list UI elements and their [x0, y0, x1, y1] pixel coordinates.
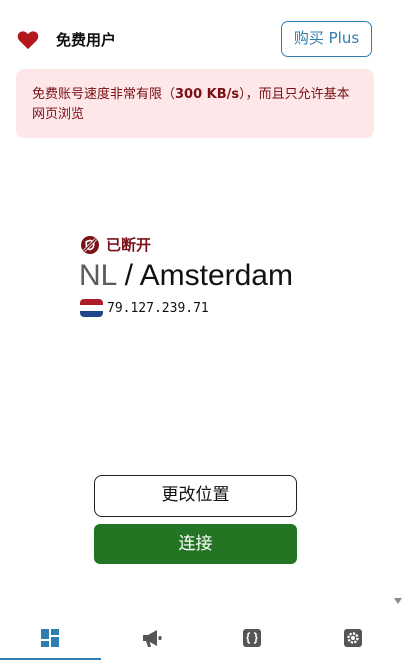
status-label: 已断开 — [106, 236, 152, 254]
location-separator: / — [116, 259, 140, 292]
tab-settings[interactable] — [303, 615, 404, 660]
city-name: Amsterdam — [139, 259, 293, 292]
code-braces-icon — [243, 629, 261, 647]
connect-button[interactable]: 连接 — [94, 524, 297, 564]
ip-address: 79.127.239.71 — [107, 301, 209, 316]
server-location: NL / Amsterdam — [79, 257, 293, 295]
megaphone-icon — [143, 630, 162, 647]
gear-icon — [344, 629, 362, 647]
free-account-notice: 免费账号速度非常有限（300 KB/s），而且只允许基本网页浏览 — [16, 69, 374, 138]
header: 免费用户 购买 Plus — [0, 0, 405, 68]
scroll-down-arrow-icon[interactable] — [393, 597, 403, 605]
country-code: NL — [79, 259, 117, 292]
dashboard-icon — [41, 629, 59, 647]
heart-icon — [17, 31, 39, 50]
notice-speed: 300 KB/s — [175, 87, 240, 102]
notice-text-before: 免费账号速度非常有限（ — [32, 87, 176, 102]
flag-nl-icon — [80, 299, 103, 317]
tab-announcements[interactable] — [101, 615, 202, 660]
buy-plus-button[interactable]: 购买 Plus — [281, 21, 372, 57]
tab-dashboard[interactable] — [0, 615, 101, 660]
disconnected-shield-icon — [81, 236, 99, 254]
change-location-button[interactable]: 更改位置 — [94, 475, 297, 517]
bottom-nav — [0, 615, 405, 660]
tab-code[interactable] — [202, 615, 303, 660]
account-type-label: 免费用户 — [56, 31, 117, 49]
